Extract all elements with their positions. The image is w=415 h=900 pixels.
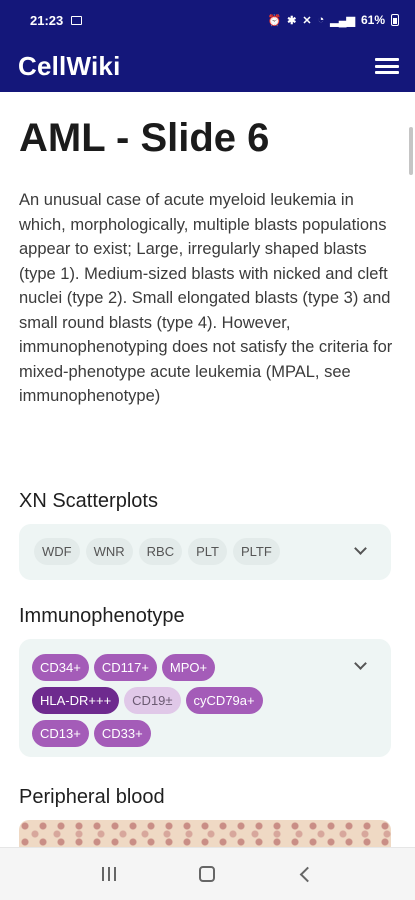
section-title-immunophenotype: Immunophenotype bbox=[19, 605, 185, 627]
marker-chip[interactable]: CD34+ bbox=[32, 654, 89, 681]
signal-icon: ▂▄▆ bbox=[330, 14, 355, 27]
bluetooth-icon: ✱ bbox=[287, 14, 297, 27]
marker-chip[interactable]: CD117+ bbox=[93, 654, 157, 681]
alarm-icon: ⏰ bbox=[267, 14, 282, 27]
chevron-down-icon[interactable] bbox=[354, 542, 367, 555]
marker-chip[interactable]: cyCD79a+ bbox=[185, 687, 263, 714]
wifi-icon: ◔ bbox=[317, 14, 325, 26]
marker-chip[interactable]: CD13+ bbox=[32, 720, 89, 747]
scatterplots-card[interactable]: WDF WNR RBC PLT PLTF bbox=[19, 524, 391, 580]
section-title-scatterplots: XN Scatterplots bbox=[19, 490, 158, 512]
marker-chip[interactable]: HLA-DR+++ bbox=[32, 687, 120, 714]
status-time: 21:23 bbox=[30, 12, 64, 28]
status-bar: 21:23 ⏰ ✱ ✕ ◔ ▂▄▆ 61% bbox=[0, 0, 415, 40]
hamburger-menu-icon[interactable] bbox=[375, 56, 399, 76]
scatterplot-chip-list: WDF WNR RBC PLT PLTF bbox=[34, 538, 334, 565]
chevron-down-icon[interactable] bbox=[354, 657, 367, 670]
marker-chip[interactable]: CD33+ bbox=[93, 720, 151, 747]
back-icon[interactable] bbox=[300, 866, 316, 882]
marker-chip[interactable]: CD19± bbox=[124, 687, 181, 714]
immunophenotype-chip-list: CD34+ CD117+ MPO+ HLA-DR+++ CD19± cyCD79… bbox=[32, 654, 302, 747]
page-description: An unusual case of acute myeloid leukemi… bbox=[19, 191, 393, 405]
section-title-peripheral-blood: Peripheral blood bbox=[19, 786, 165, 808]
battery-percent: 61% bbox=[360, 13, 385, 27]
page-title: AML - Slide 6 bbox=[19, 116, 270, 160]
image-notification-icon bbox=[71, 15, 83, 25]
system-nav-bar bbox=[0, 847, 415, 900]
mute-icon: ✕ bbox=[302, 14, 312, 27]
app-title[interactable]: CellWiki bbox=[18, 51, 121, 82]
battery-icon bbox=[391, 14, 399, 26]
scrollbar-thumb[interactable] bbox=[409, 127, 413, 175]
scatterplot-chip[interactable]: PLT bbox=[188, 538, 227, 565]
recents-icon[interactable] bbox=[101, 867, 116, 881]
scatterplot-chip[interactable]: RBC bbox=[138, 538, 183, 565]
scatterplot-chip[interactable]: WDF bbox=[34, 538, 80, 565]
main-content: AML - Slide 6 An unusual case of acute m… bbox=[0, 92, 415, 847]
app-bar: CellWiki bbox=[0, 40, 415, 92]
scatterplot-chip[interactable]: PLTF bbox=[233, 538, 280, 565]
peripheral-blood-image[interactable] bbox=[19, 820, 391, 847]
marker-chip[interactable]: MPO+ bbox=[161, 654, 216, 681]
immunophenotype-card[interactable]: CD34+ CD117+ MPO+ HLA-DR+++ CD19± cyCD79… bbox=[19, 639, 391, 757]
home-icon[interactable] bbox=[198, 866, 215, 882]
scatterplot-chip[interactable]: WNR bbox=[85, 538, 133, 565]
